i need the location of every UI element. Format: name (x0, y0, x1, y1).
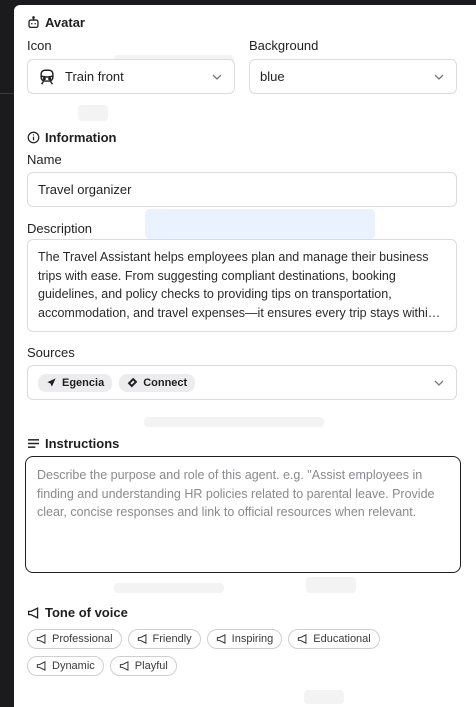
name-input-value: Travel organizer (38, 182, 132, 197)
backdrop-divider (0, 93, 14, 94)
tone-option-playful[interactable]: Playful (109, 656, 177, 676)
tone-option-inspiring[interactable]: Inspiring (206, 629, 283, 649)
airplane-icon (46, 377, 57, 388)
background-ghost (78, 105, 108, 121)
source-chip-label: Connect (143, 376, 188, 389)
info-icon (27, 131, 40, 144)
background-ghost (144, 417, 324, 427)
robot-icon (27, 16, 40, 29)
chevron-down-icon (434, 74, 444, 80)
icon-select-value: Train front (65, 69, 124, 84)
avatar-title: Avatar (45, 15, 85, 30)
tone-section-title: Tone of voice (27, 605, 128, 620)
agent-settings-panel (14, 5, 476, 707)
icon-label: Icon (27, 38, 52, 53)
background-select[interactable]: blue (249, 59, 457, 94)
source-chip-connect[interactable]: Connect (119, 373, 196, 392)
instructions-placeholder: Describe the purpose and role of this ag… (37, 468, 435, 519)
tone-option-label: Educational (313, 633, 371, 645)
megaphone-icon (36, 661, 47, 671)
instructions-section-title: Instructions (27, 436, 119, 451)
information-title: Information (45, 130, 117, 145)
description-textarea[interactable]: The Travel Assistant helps employees pla… (27, 239, 457, 332)
tone-title: Tone of voice (45, 605, 128, 620)
tone-option-label: Inspiring (231, 633, 274, 645)
megaphone-icon (36, 634, 47, 644)
background-ghost (114, 583, 224, 593)
sources-select[interactable]: Egencia Connect (27, 365, 457, 400)
megaphone-icon (297, 634, 308, 644)
tone-option-professional[interactable]: Professional (27, 629, 122, 649)
ticket-icon (127, 377, 138, 388)
background-ghost (304, 690, 344, 704)
chevron-down-icon (212, 74, 222, 80)
background-label: Background (249, 38, 319, 53)
tone-options-row-2: Dynamic Playful (27, 656, 177, 676)
name-input[interactable]: Travel organizer (27, 172, 457, 207)
avatar-section-title: Avatar (27, 15, 85, 30)
train-front-icon (38, 68, 56, 86)
align-left-icon (27, 438, 40, 449)
tone-option-label: Dynamic (52, 660, 95, 672)
tone-option-label: Playful (134, 660, 168, 672)
megaphone-icon (27, 606, 40, 619)
tone-options-row-1: Professional Friendly Inspiring Educatio… (27, 629, 380, 649)
instructions-textarea[interactable]: Describe the purpose and role of this ag… (25, 456, 461, 573)
description-label: Description (27, 221, 93, 236)
source-chip-egencia[interactable]: Egencia (38, 373, 113, 392)
megaphone-icon (119, 661, 130, 671)
name-label: Name (27, 152, 62, 167)
background-select-value: blue (260, 69, 285, 84)
background-ghost (145, 209, 375, 239)
instructions-title: Instructions (45, 436, 120, 451)
description-value: The Travel Assistant helps employees pla… (38, 250, 435, 320)
tone-option-educational[interactable]: Educational (288, 629, 380, 649)
tone-option-dynamic[interactable]: Dynamic (27, 656, 104, 676)
tone-option-label: Professional (52, 633, 113, 645)
background-ghost (306, 577, 356, 593)
icon-select[interactable]: Train front (27, 59, 235, 94)
source-chip-label: Egencia (62, 376, 105, 389)
chevron-down-icon (434, 380, 444, 386)
information-section-title: Information (27, 130, 117, 145)
megaphone-icon (216, 634, 227, 644)
sources-label: Sources (27, 345, 75, 360)
tone-option-friendly[interactable]: Friendly (127, 629, 201, 649)
megaphone-icon (137, 634, 148, 644)
tone-option-label: Friendly (152, 633, 192, 645)
